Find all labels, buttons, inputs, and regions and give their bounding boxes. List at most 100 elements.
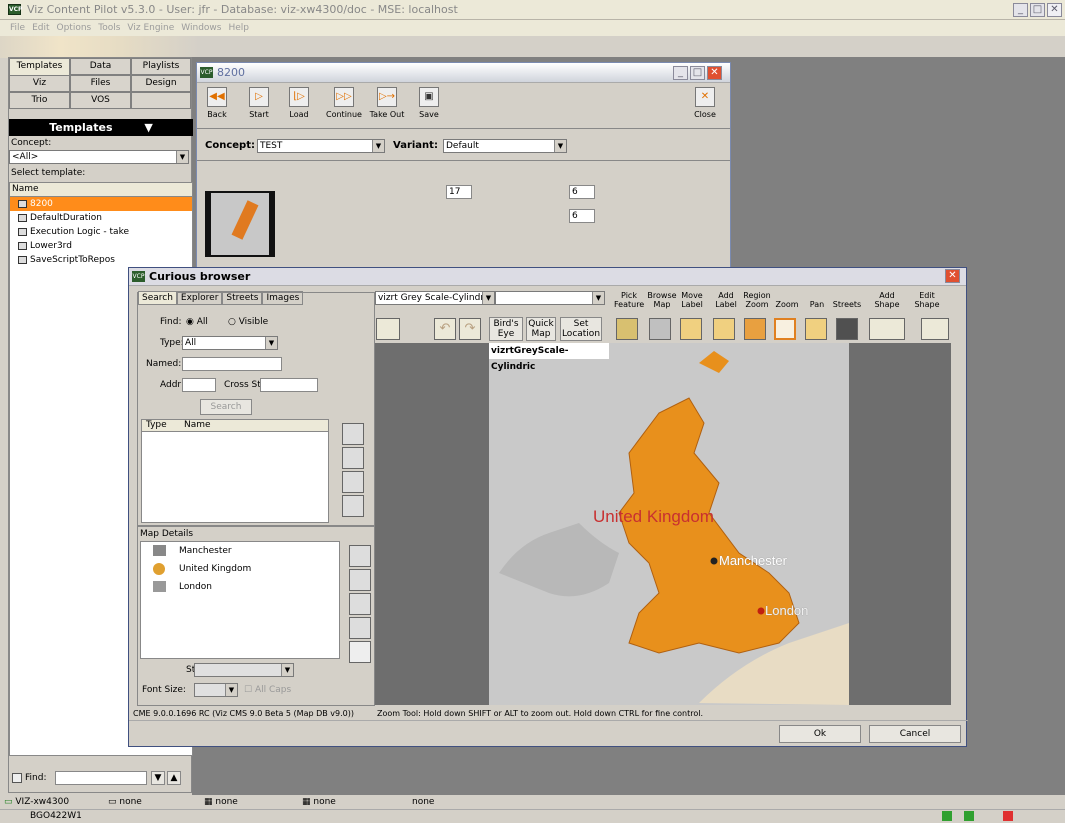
column-header-name[interactable]: Name bbox=[180, 420, 211, 431]
named-input[interactable] bbox=[182, 357, 282, 371]
continue-button[interactable]: ▷▷ Continue bbox=[324, 87, 364, 119]
tab-viz[interactable]: Viz bbox=[9, 75, 70, 92]
list-item[interactable]: United Kingdom bbox=[141, 560, 339, 578]
menu-tools[interactable]: Tools bbox=[98, 20, 120, 36]
menu-edit[interactable]: Edit bbox=[32, 20, 49, 36]
tab-explorer[interactable]: Explorer bbox=[176, 291, 223, 305]
detail-tool-2-icon[interactable] bbox=[349, 569, 371, 591]
field-1[interactable]: 17 bbox=[446, 185, 472, 199]
close-button[interactable]: ✕ bbox=[1047, 3, 1062, 17]
find-all-radio[interactable]: ◉ All bbox=[186, 317, 208, 327]
tab-data[interactable]: Data bbox=[70, 58, 131, 75]
type-select[interactable]: All ▼ bbox=[182, 336, 278, 350]
tab-files[interactable]: Files bbox=[70, 75, 131, 92]
add-shape-icon[interactable] bbox=[869, 318, 905, 340]
add-region-icon[interactable] bbox=[342, 471, 364, 493]
style-select[interactable]: ▼ bbox=[194, 663, 294, 677]
find-up-button[interactable]: ▲ bbox=[167, 771, 181, 785]
list-item[interactable]: Manchester bbox=[141, 542, 339, 560]
region-zoom-icon[interactable] bbox=[744, 318, 766, 340]
tab-streets[interactable]: Streets bbox=[222, 291, 263, 305]
browse-map-icon[interactable] bbox=[649, 318, 671, 340]
variant-select[interactable]: Default ▼ bbox=[443, 139, 567, 153]
close-button[interactable]: ✕ bbox=[707, 66, 722, 80]
menu-windows[interactable]: Windows bbox=[181, 20, 221, 36]
properties-icon[interactable] bbox=[349, 641, 371, 663]
maximize-button[interactable]: □ bbox=[1030, 3, 1045, 17]
addr-input[interactable] bbox=[182, 378, 216, 392]
concept-select[interactable]: <All> ▼ bbox=[9, 150, 189, 164]
list-item[interactable]: DefaultDuration bbox=[10, 211, 192, 225]
zoom-icon[interactable] bbox=[774, 318, 796, 340]
tab-vos[interactable]: VOS bbox=[70, 92, 131, 109]
move-label-icon[interactable] bbox=[680, 318, 702, 340]
tab-trio[interactable]: Trio bbox=[9, 92, 70, 109]
field-3[interactable]: 6 bbox=[569, 209, 595, 223]
font-size-select[interactable]: ▼ bbox=[194, 683, 238, 697]
field-2[interactable]: 6 bbox=[569, 185, 595, 199]
column-header-type[interactable]: Type bbox=[142, 420, 180, 431]
minimize-button[interactable]: _ bbox=[1013, 3, 1028, 17]
list-item[interactable]: London bbox=[141, 578, 339, 596]
minimize-button[interactable]: _ bbox=[673, 66, 688, 80]
add-globe-icon[interactable] bbox=[342, 495, 364, 517]
maximize-button[interactable]: □ bbox=[690, 66, 705, 80]
detail-tool-3-icon[interactable] bbox=[349, 593, 371, 615]
edit-shape-icon[interactable] bbox=[921, 318, 949, 340]
cross-st-input[interactable] bbox=[260, 378, 318, 392]
map-location-select[interactable]: ▼ bbox=[495, 291, 605, 305]
pan-icon[interactable] bbox=[805, 318, 827, 340]
load-button[interactable]: ⌊▷ Load bbox=[286, 87, 312, 119]
menu-file[interactable]: File bbox=[10, 20, 25, 36]
birds-eye-button[interactable]: Bird's Eye bbox=[489, 317, 523, 341]
open-folder-icon[interactable] bbox=[376, 318, 400, 340]
undo-icon[interactable]: ↶ bbox=[434, 318, 456, 340]
status-1-label: none bbox=[119, 797, 142, 807]
chevron-down-icon: ▼ bbox=[482, 292, 494, 304]
remove-icon[interactable] bbox=[349, 617, 371, 639]
add-label-icon[interactable] bbox=[713, 318, 735, 340]
host-status: ▭ VIZ-xw4300 bbox=[4, 797, 69, 807]
list-item[interactable]: Execution Logic - take bbox=[10, 225, 192, 239]
map-canvas[interactable]: vizrtGreyScale-Cylindric United Kingdom … bbox=[375, 343, 951, 705]
close-template-button[interactable]: ✕ Close bbox=[693, 87, 717, 119]
redo-icon[interactable]: ↷ bbox=[459, 318, 481, 340]
find-down-button[interactable]: ▼ bbox=[151, 771, 165, 785]
find-visible-radio[interactable]: ○ Visible bbox=[228, 317, 268, 327]
list-item[interactable]: Lower3rd bbox=[10, 239, 192, 253]
details-list: Manchester United Kingdom London bbox=[140, 541, 340, 659]
streets-icon[interactable] bbox=[836, 318, 858, 340]
start-button[interactable]: ▷ Start bbox=[247, 87, 271, 119]
menu-viz-engine[interactable]: Viz Engine bbox=[127, 20, 174, 36]
menu-options[interactable]: Options bbox=[57, 20, 92, 36]
find-input[interactable] bbox=[55, 771, 147, 785]
list-item[interactable]: 8200 bbox=[10, 197, 192, 211]
save-button[interactable]: ▣ Save bbox=[417, 87, 441, 119]
list-item[interactable]: SaveScriptToRepos bbox=[10, 253, 192, 267]
templates-header[interactable]: Templates ▼ bbox=[9, 119, 193, 136]
tab-playlists[interactable]: Playlists bbox=[131, 58, 191, 75]
chevron-down-icon: ▼ bbox=[225, 684, 237, 696]
quick-map-button[interactable]: Quick Map bbox=[526, 317, 556, 341]
tab-design[interactable]: Design bbox=[131, 75, 191, 92]
close-button[interactable]: ✕ bbox=[945, 269, 960, 283]
map-style-select[interactable]: vizrt Grey Scale-Cylindri ▼ bbox=[375, 291, 495, 305]
concept-select[interactable]: TEST ▼ bbox=[257, 139, 385, 153]
column-header-name[interactable]: Name bbox=[10, 183, 192, 197]
set-location-button[interactable]: Set Location bbox=[560, 317, 602, 341]
add-result-icon[interactable] bbox=[342, 447, 364, 469]
search-button[interactable]: Search bbox=[200, 399, 252, 415]
menu-help[interactable]: Help bbox=[228, 20, 249, 36]
detail-tool-1-icon[interactable] bbox=[349, 545, 371, 567]
tab-templates[interactable]: Templates bbox=[9, 58, 70, 75]
tab-search[interactable]: Search bbox=[138, 291, 177, 305]
cancel-button[interactable]: Cancel bbox=[869, 725, 961, 743]
tab-images[interactable]: Images bbox=[262, 291, 304, 305]
pick-feature-icon[interactable] bbox=[616, 318, 638, 340]
ok-button[interactable]: Ok bbox=[779, 725, 861, 743]
back-button[interactable]: ◀◀ Back bbox=[205, 87, 229, 119]
take-out-button[interactable]: ▷→ Take Out bbox=[366, 87, 408, 119]
all-caps-checkbox[interactable]: ☐ All Caps bbox=[244, 685, 291, 695]
add-to-map-icon[interactable] bbox=[342, 423, 364, 445]
template-window-8200: VCP 8200 _ □ ✕ ◀◀ Back ▷ Start ⌊▷ Load ▷▷ Co… bbox=[196, 62, 731, 270]
